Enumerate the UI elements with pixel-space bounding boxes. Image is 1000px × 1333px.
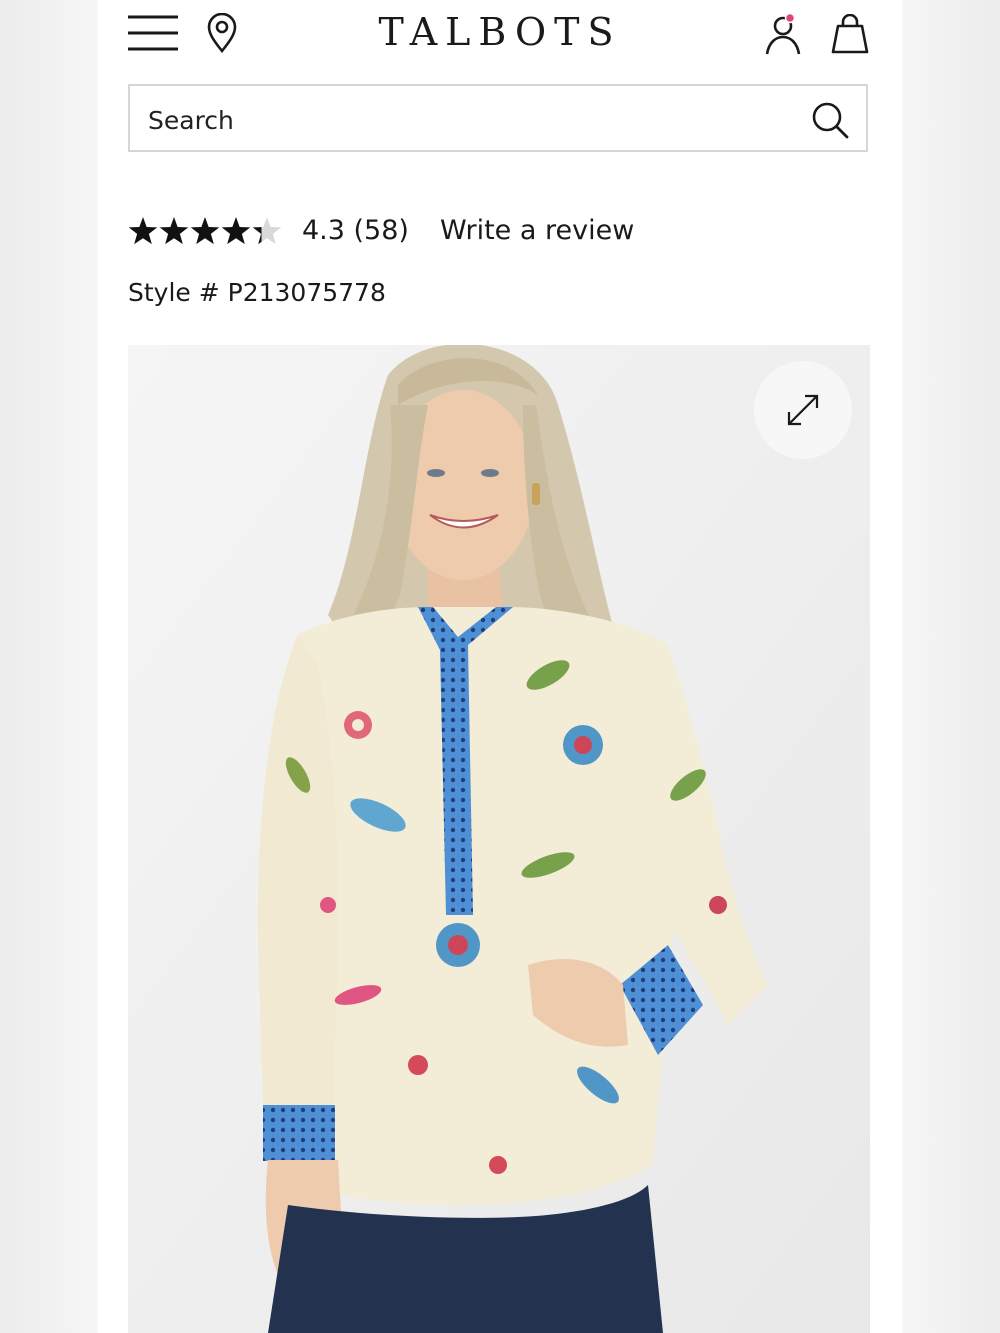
star-rating[interactable]	[128, 216, 282, 248]
star-3	[190, 217, 220, 245]
search-bar	[128, 84, 868, 152]
brand-logo[interactable]: TALBOTS	[378, 10, 621, 54]
write-review-link[interactable]: Write a review	[440, 215, 634, 246]
expand-icon	[787, 394, 819, 426]
shopping-bag-button[interactable]	[828, 12, 872, 56]
map-pin-icon	[207, 13, 237, 53]
star-1	[128, 217, 158, 245]
model-photo	[128, 345, 870, 1333]
menu-button[interactable]	[128, 12, 178, 54]
hamburger-menu-icon	[128, 15, 178, 51]
user-account-icon	[765, 12, 801, 55]
account-button[interactable]	[764, 10, 804, 56]
star-2	[159, 217, 189, 245]
style-number: Style # P213075778	[128, 278, 386, 307]
shopping-bag-icon	[831, 14, 869, 54]
search-input[interactable]	[146, 100, 790, 140]
product-page: TALBOTS 4.3 (58) Write a review	[98, 0, 902, 1333]
product-image[interactable]	[128, 345, 870, 1333]
search-button[interactable]	[808, 98, 852, 142]
page-gutter-left	[0, 0, 98, 1333]
page-gutter-right	[902, 0, 1000, 1333]
store-locator-button[interactable]	[204, 12, 240, 54]
rating-row: 4.3 (58) Write a review	[128, 210, 868, 260]
zoom-button[interactable]	[754, 361, 852, 459]
search-icon	[812, 102, 849, 139]
notification-dot	[784, 12, 796, 24]
rating-summary[interactable]: 4.3 (58)	[302, 215, 409, 246]
star-5	[252, 217, 282, 245]
site-header: TALBOTS	[98, 0, 902, 70]
star-4	[221, 217, 251, 245]
